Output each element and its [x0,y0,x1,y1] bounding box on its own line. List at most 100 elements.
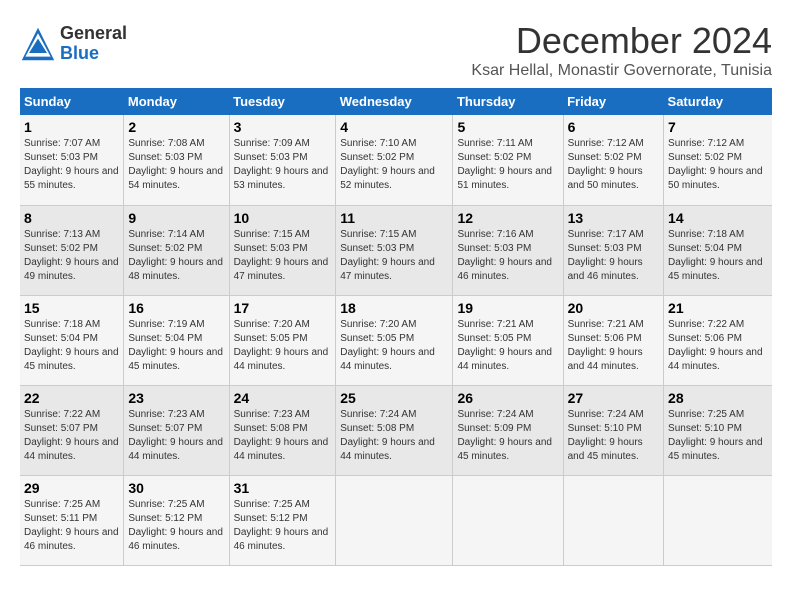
logo-text: General Blue [60,24,127,64]
calendar-body: 1 Sunrise: 7:07 AMSunset: 5:03 PMDaylight… [20,115,772,565]
header-day: Saturday [664,88,772,115]
calendar-week-row: 15 Sunrise: 7:18 AMSunset: 5:04 PMDayligh… [20,295,772,385]
day-number: 23 [128,390,224,406]
calendar-cell: 4Sunrise: 7:10 AMSunset: 5:02 PMDaylight… [336,115,453,205]
subtitle: Ksar Hellal, Monastir Governorate, Tunis… [471,62,772,80]
day-info: Sunrise: 7:15 AMSunset: 5:03 PMDaylight:… [234,228,332,284]
calendar-cell: 2 Sunrise: 7:08 AMSunset: 5:03 PMDaylight… [124,115,229,205]
calendar-cell: 12Sunrise: 7:16 AMSunset: 5:03 PMDayligh… [453,205,563,295]
day-info: Sunrise: 7:25 AMSunset: 5:11 PMDaylight:… [24,498,119,554]
day-number: 28 [668,390,768,406]
calendar-cell: 16Sunrise: 7:19 AMSunset: 5:04 PMDayligh… [124,295,229,385]
title-area: December 2024 Ksar Hellal, Monastir Gove… [471,20,772,80]
calendar-cell [563,475,663,565]
day-info: Sunrise: 7:24 AMSunset: 5:10 PMDaylight:… [568,408,659,464]
calendar-week-row: 22Sunrise: 7:22 AMSunset: 5:07 PMDayligh… [20,385,772,475]
header-day: Tuesday [229,88,336,115]
day-info: Sunrise: 7:25 AMSunset: 5:12 PMDaylight:… [234,498,332,554]
day-info: Sunrise: 7:25 AMSunset: 5:12 PMDaylight:… [128,498,224,554]
day-info: Sunrise: 7:24 AMSunset: 5:08 PMDaylight:… [340,408,448,464]
calendar-cell: 28 Sunrise: 7:25 AMSunset: 5:10 PMDayligh… [664,385,772,475]
calendar-cell: 10 Sunrise: 7:15 AMSunset: 5:03 PMDayligh… [229,205,336,295]
day-number: 7 [668,119,768,135]
day-number: 21 [668,300,768,316]
main-title: December 2024 [471,20,772,62]
calendar-cell: 5 Sunrise: 7:11 AMSunset: 5:02 PMDaylight… [453,115,563,205]
day-number: 5 [457,119,558,135]
calendar-cell [453,475,563,565]
calendar-cell [664,475,772,565]
logo-general: General [60,24,127,44]
day-info: Sunrise: 7:12 AMSunset: 5:02 PMDaylight:… [668,137,768,193]
header-day: Wednesday [336,88,453,115]
day-number: 3 [234,119,332,135]
day-number: 18 [340,300,448,316]
day-info: Sunrise: 7:14 AMSunset: 5:02 PMDaylight:… [128,228,224,284]
calendar-cell: 3 Sunrise: 7:09 AMSunset: 5:03 PMDaylight… [229,115,336,205]
calendar-cell: 6 Sunrise: 7:12 AMSunset: 5:02 PMDaylight… [563,115,663,205]
day-info: Sunrise: 7:21 AMSunset: 5:05 PMDaylight:… [457,318,558,374]
calendar-cell: 31 Sunrise: 7:25 AMSunset: 5:12 PMDayligh… [229,475,336,565]
day-number: 8 [24,210,119,226]
day-info: Sunrise: 7:18 AMSunset: 5:04 PMDaylight:… [24,318,119,374]
calendar-cell: 8Sunrise: 7:13 AMSunset: 5:02 PMDaylight… [20,205,124,295]
calendar-week-row: 1 Sunrise: 7:07 AMSunset: 5:03 PMDaylight… [20,115,772,205]
calendar-table: SundayMondayTuesdayWednesdayThursdayFrid… [20,88,772,566]
calendar-cell: 1 Sunrise: 7:07 AMSunset: 5:03 PMDaylight… [20,115,124,205]
day-number: 14 [668,210,768,226]
calendar-week-row: 8Sunrise: 7:13 AMSunset: 5:02 PMDaylight… [20,205,772,295]
day-number: 29 [24,480,119,496]
day-info: Sunrise: 7:18 AMSunset: 5:04 PMDaylight:… [668,228,768,284]
day-number: 6 [568,119,659,135]
calendar-cell: 27Sunrise: 7:24 AMSunset: 5:10 PMDayligh… [563,385,663,475]
calendar-cell: 18Sunrise: 7:20 AMSunset: 5:05 PMDayligh… [336,295,453,385]
day-number: 24 [234,390,332,406]
day-number: 30 [128,480,224,496]
day-info: Sunrise: 7:07 AMSunset: 5:03 PMDaylight:… [24,137,119,193]
day-number: 1 [24,119,119,135]
calendar-cell: 24Sunrise: 7:23 AMSunset: 5:08 PMDayligh… [229,385,336,475]
day-number: 19 [457,300,558,316]
day-info: Sunrise: 7:22 AMSunset: 5:06 PMDaylight:… [668,318,768,374]
calendar-cell: 30 Sunrise: 7:25 AMSunset: 5:12 PMDayligh… [124,475,229,565]
day-number: 2 [128,119,224,135]
day-number: 31 [234,480,332,496]
day-info: Sunrise: 7:11 AMSunset: 5:02 PMDaylight:… [457,137,558,193]
day-info: Sunrise: 7:21 AMSunset: 5:06 PMDaylight:… [568,318,659,374]
day-number: 11 [340,210,448,226]
day-number: 10 [234,210,332,226]
day-number: 26 [457,390,558,406]
calendar-cell: 29 Sunrise: 7:25 AMSunset: 5:11 PMDayligh… [20,475,124,565]
day-info: Sunrise: 7:15 AMSunset: 5:03 PMDaylight:… [340,228,448,284]
calendar-cell: 21 Sunrise: 7:22 AMSunset: 5:06 PMDayligh… [664,295,772,385]
calendar-cell: 15 Sunrise: 7:18 AMSunset: 5:04 PMDayligh… [20,295,124,385]
header-day: Monday [124,88,229,115]
header-day: Friday [563,88,663,115]
day-info: Sunrise: 7:23 AMSunset: 5:07 PMDaylight:… [128,408,224,464]
day-info: Sunrise: 7:12 AMSunset: 5:02 PMDaylight:… [568,137,659,193]
day-info: Sunrise: 7:08 AMSunset: 5:03 PMDaylight:… [128,137,224,193]
calendar-cell: 13Sunrise: 7:17 AMSunset: 5:03 PMDayligh… [563,205,663,295]
logo-blue: Blue [60,44,127,64]
day-number: 4 [340,119,448,135]
calendar-cell: 14 Sunrise: 7:18 AMSunset: 5:04 PMDayligh… [664,205,772,295]
day-number: 16 [128,300,224,316]
header-day: Sunday [20,88,124,115]
calendar-cell: 7 Sunrise: 7:12 AMSunset: 5:02 PMDaylight… [664,115,772,205]
day-info: Sunrise: 7:25 AMSunset: 5:10 PMDaylight:… [668,408,768,464]
logo-icon [20,26,56,62]
day-number: 22 [24,390,119,406]
calendar-cell: 25Sunrise: 7:24 AMSunset: 5:08 PMDayligh… [336,385,453,475]
calendar-cell: 20 Sunrise: 7:21 AMSunset: 5:06 PMDayligh… [563,295,663,385]
day-number: 15 [24,300,119,316]
calendar-cell: 19 Sunrise: 7:21 AMSunset: 5:05 PMDayligh… [453,295,563,385]
day-number: 13 [568,210,659,226]
calendar-cell: 11 Sunrise: 7:15 AMSunset: 5:03 PMDayligh… [336,205,453,295]
calendar-cell: 17Sunrise: 7:20 AMSunset: 5:05 PMDayligh… [229,295,336,385]
calendar-cell [336,475,453,565]
day-info: Sunrise: 7:09 AMSunset: 5:03 PMDaylight:… [234,137,332,193]
day-number: 17 [234,300,332,316]
calendar-cell: 22Sunrise: 7:22 AMSunset: 5:07 PMDayligh… [20,385,124,475]
calendar-cell: 26Sunrise: 7:24 AMSunset: 5:09 PMDayligh… [453,385,563,475]
day-number: 20 [568,300,659,316]
